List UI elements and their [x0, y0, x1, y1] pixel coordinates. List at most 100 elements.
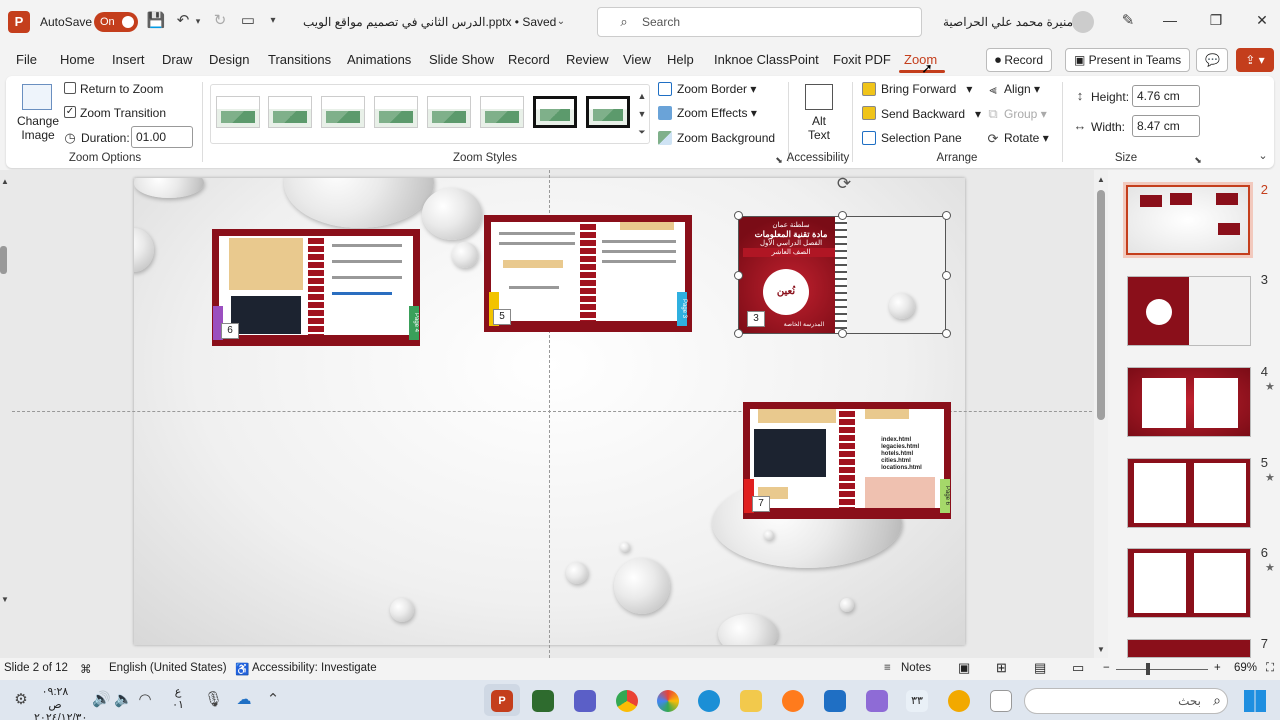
resize-handle[interactable]	[942, 329, 951, 338]
avatar[interactable]	[1072, 11, 1094, 33]
undo-dropdown-icon[interactable]: ▾	[193, 11, 203, 31]
resize-handle[interactable]	[734, 329, 743, 338]
spelling-icon[interactable]: ⌘	[80, 662, 92, 676]
pen-icon[interactable]: ✎	[1118, 11, 1138, 31]
taskbar-search[interactable]: بحث ⌕	[1024, 688, 1228, 714]
browser-taskbar-icon[interactable]	[657, 690, 679, 712]
zoom-level[interactable]: 69%	[1234, 662, 1257, 674]
pen-app-icon[interactable]	[866, 690, 888, 712]
zoom-style-5[interactable]	[427, 96, 471, 128]
present-in-teams-button[interactable]: ▣ Present in Teams	[1065, 48, 1191, 72]
notes-button[interactable]: Notes	[901, 662, 931, 674]
zoom-style-8[interactable]	[586, 96, 630, 128]
width-input[interactable]: 8.47 cm	[1132, 115, 1200, 137]
input-language[interactable]: ع ٠١	[168, 686, 188, 712]
align-button[interactable]: Align ▾	[1004, 82, 1040, 96]
zoom-style-1[interactable]	[216, 96, 260, 128]
tab-insert[interactable]: Insert	[112, 52, 145, 67]
teams-taskbar-icon[interactable]	[574, 690, 596, 712]
gallery-up-icon[interactable]: ▲	[636, 86, 648, 106]
scrollbar-thumb[interactable]	[1097, 190, 1105, 420]
notification-badge[interactable]: ٣٣	[906, 690, 928, 712]
tab-transitions[interactable]: Transitions	[268, 52, 331, 67]
duration-input[interactable]: 01.00	[131, 126, 193, 148]
firefox-taskbar-icon[interactable]	[782, 690, 804, 712]
resize-handle[interactable]	[942, 271, 951, 280]
clock[interactable]: ٠٩:٢٨ ص ٢٠٢٤/١٢/٣٠	[34, 686, 87, 720]
minimize-icon[interactable]: —	[1160, 12, 1180, 28]
reading-view-icon[interactable]: ▤	[1034, 660, 1046, 676]
zoom-background-button[interactable]: Zoom Background	[677, 131, 775, 145]
title-dropdown-icon[interactable]: ⌄	[555, 12, 567, 32]
slide-thumbnail-2[interactable]	[1123, 182, 1253, 258]
slide-sorter-icon[interactable]: ⊞	[996, 660, 1007, 676]
slide-zoom-6[interactable]: Page 4 6	[212, 229, 420, 346]
zoom-styles-launcher-icon[interactable]: ⬊	[773, 150, 785, 170]
bring-forward-button[interactable]: Bring Forward ▾	[881, 82, 972, 96]
undo-icon[interactable]: ↶	[174, 11, 192, 31]
save-icon[interactable]: 💾	[146, 11, 166, 31]
slide-thumbnail-5[interactable]	[1127, 458, 1251, 528]
wifi-icon[interactable]: ◠	[136, 690, 154, 710]
search-box[interactable]: ⌕ Search	[597, 7, 922, 37]
slide-show-icon[interactable]: ▭	[1072, 660, 1084, 676]
zoom-border-button[interactable]: Zoom Border ▾	[677, 82, 756, 96]
rotate-handle-icon[interactable]: ⟳	[834, 174, 854, 194]
tab-design[interactable]: Design	[209, 52, 249, 67]
tab-file[interactable]: File	[16, 52, 37, 67]
slide-zoom-3[interactable]: سلطنة عمان مادة تقنية المعلومات الفصل ال…	[738, 216, 946, 334]
alt-text-button[interactable]: Alt Text	[800, 114, 838, 142]
resize-handle[interactable]	[838, 211, 847, 220]
ruler-up-icon[interactable]: ▲	[0, 172, 10, 192]
redo-icon[interactable]: ↻	[210, 11, 230, 31]
network-settings-icon[interactable]: ⚙	[12, 690, 30, 710]
weather-icon[interactable]	[948, 690, 970, 712]
edge-taskbar-icon[interactable]	[698, 690, 720, 712]
resize-handle[interactable]	[838, 329, 847, 338]
powerpoint-taskbar-icon[interactable]: P	[491, 690, 513, 712]
onedrive-icon[interactable]: ☁	[234, 690, 254, 710]
ruler-down-icon[interactable]: ▼	[0, 590, 10, 610]
share-button[interactable]: ⇪ ▾	[1236, 48, 1274, 72]
tab-inknoe-classpoint[interactable]: Inknoe ClassPoint	[714, 52, 819, 67]
slide-zoom-5[interactable]: Page 3 5	[484, 215, 692, 332]
language-status[interactable]: English (United States)	[109, 662, 227, 674]
present-from-start-icon[interactable]: ▭	[238, 11, 258, 31]
size-launcher-icon[interactable]: ⬊	[1192, 150, 1204, 170]
show-hidden-icons-icon[interactable]: ⌃	[264, 690, 282, 710]
zoom-transition-checkbox[interactable]: ✓	[64, 106, 76, 118]
zoom-slider-track[interactable]	[1116, 669, 1208, 670]
normal-view-icon[interactable]: ▣	[958, 660, 970, 676]
zoom-out-button[interactable]: −	[1103, 662, 1110, 674]
send-backward-button[interactable]: Send Backward ▾	[881, 107, 981, 121]
rotate-button[interactable]: Rotate ▾	[1004, 131, 1049, 145]
zoom-style-7[interactable]	[533, 96, 577, 128]
slide-thumbnail-4[interactable]	[1127, 367, 1251, 437]
mail-taskbar-icon[interactable]	[824, 690, 846, 712]
zoom-style-3[interactable]	[321, 96, 365, 128]
close-icon[interactable]: ✕	[1252, 12, 1272, 29]
microphone-icon[interactable]: 🎙	[204, 690, 223, 710]
chrome-taskbar-icon[interactable]	[616, 690, 638, 712]
tab-slide-show[interactable]: Slide Show	[429, 52, 494, 67]
slide-thumbnail-7[interactable]	[1127, 639, 1251, 658]
zoom-slider-thumb[interactable]	[1146, 663, 1150, 675]
slide-thumbnail-6[interactable]	[1127, 548, 1251, 618]
gallery-down-icon[interactable]: ▼	[636, 104, 648, 124]
resize-handle[interactable]	[734, 211, 743, 220]
collapse-ribbon-icon[interactable]: ⌄	[1256, 146, 1270, 166]
gallery-more-icon[interactable]: ⏷	[636, 122, 648, 142]
tab-help[interactable]: Help	[667, 52, 694, 67]
customize-toolbar-icon[interactable]: ▾	[266, 11, 280, 31]
return-to-zoom-checkbox[interactable]	[64, 82, 76, 94]
slide-zoom-7[interactable]: index.html legacies.html hotels.html cit…	[743, 402, 951, 519]
autosave-toggle[interactable]: On	[94, 12, 138, 32]
group-button[interactable]: Group ▾	[1004, 107, 1047, 121]
tab-animations[interactable]: Animations	[347, 52, 411, 67]
tab-draw[interactable]: Draw	[162, 52, 192, 67]
tab-review[interactable]: Review	[566, 52, 609, 67]
volume-icon[interactable]: 🔊	[92, 690, 111, 710]
resize-handle[interactable]	[734, 271, 743, 280]
zoom-style-4[interactable]	[374, 96, 418, 128]
zoom-style-6[interactable]	[480, 96, 524, 128]
